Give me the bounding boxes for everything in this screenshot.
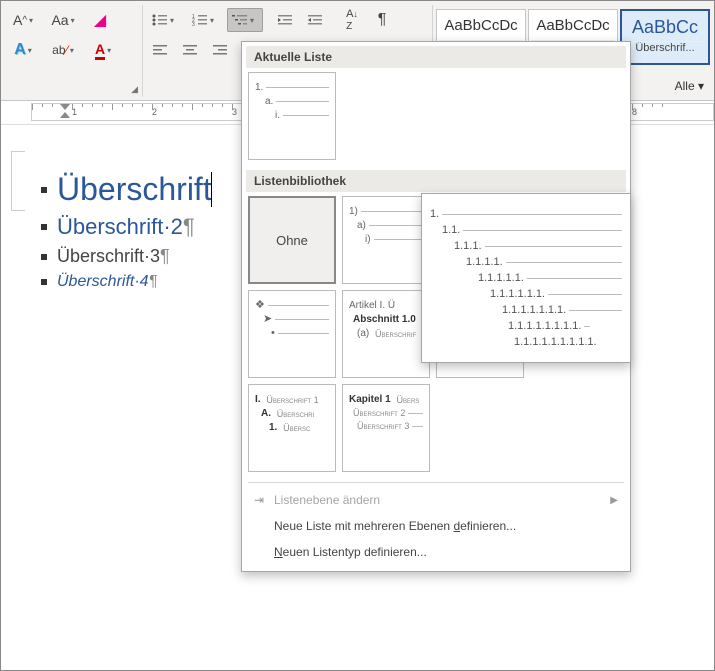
dropdown-heading-library: Listenbibliothek (246, 170, 626, 192)
list-tile-article[interactable]: Artikel I. Ü Abschnitt 1.0 (a) Überschri… (342, 290, 430, 378)
list-preview-tooltip: 1. 1.1. 1.1.1. 1.1.1.1. 1.1.1.1.1. 1.1.1… (421, 193, 631, 363)
list-tile-none[interactable]: Ohne (248, 196, 336, 284)
sort-button[interactable]: A↓Z (339, 8, 365, 32)
number-list-button[interactable]: 123▾ (187, 8, 223, 32)
align-left-button[interactable] (147, 38, 173, 62)
decrease-indent-button[interactable] (273, 8, 299, 32)
multilevel-list-button[interactable]: ▾ (227, 8, 263, 32)
align-center-button[interactable] (177, 38, 203, 62)
cmd-define-listtype[interactable]: Neuen Listentyp definieren... (242, 539, 630, 565)
indent-icon: ⇥ (254, 493, 274, 507)
svg-text:3: 3 (192, 22, 195, 27)
cmd-define-multilevel[interactable]: Neue Liste mit mehreren Ebenen definiere… (242, 513, 630, 539)
show-paragraph-marks-button[interactable]: ¶ (369, 8, 395, 32)
bullet-icon (41, 254, 47, 260)
bullet-icon (41, 187, 47, 193)
increase-indent-button[interactable] (303, 8, 329, 32)
text-effects-button[interactable]: A▾ (7, 38, 43, 62)
font-dialog-launcher[interactable]: ◢ (131, 84, 138, 95)
dropdown-heading-current: Aktuelle Liste (246, 46, 626, 68)
list-tile-current[interactable]: 1. a. i. (248, 72, 336, 160)
cmd-change-level: ⇥ Listenebene ändern ▶ (242, 487, 630, 513)
style-item-heading1[interactable]: AaBbCc Überschrif... (620, 9, 710, 65)
change-case-button[interactable]: Aa▾ (47, 8, 83, 32)
separator (248, 482, 624, 483)
bullet-list-button[interactable]: ▾ (147, 8, 183, 32)
chevron-right-icon: ▶ (610, 495, 618, 506)
list-tile-paren[interactable]: 1) a) i) (342, 196, 430, 284)
highlight-button[interactable]: ab⁄▾ (47, 38, 83, 62)
bullet-icon (41, 279, 47, 285)
font-color-button[interactable]: A▾ (87, 38, 123, 62)
grow-font-button[interactable]: A^▾ (7, 8, 43, 32)
list-tile-bullets[interactable]: ❖ ➤ • (248, 290, 336, 378)
bullet-icon (41, 224, 47, 230)
align-right-button[interactable] (207, 38, 233, 62)
list-tile-roman-headings[interactable]: I. Überschrift 1 A. Überschri 1. Übersc (248, 384, 336, 472)
list-tile-kapitel[interactable]: Kapitel 1 Übers Überschrift 2 Überschrif… (342, 384, 430, 472)
styles-filter-button[interactable]: Alle ▾ (675, 79, 704, 93)
font-group: A^▾ Aa▾ ◢ A▾ ab⁄▾ A▾ ◢ (3, 5, 143, 97)
clear-formatting-button[interactable]: ◢ (87, 8, 113, 32)
